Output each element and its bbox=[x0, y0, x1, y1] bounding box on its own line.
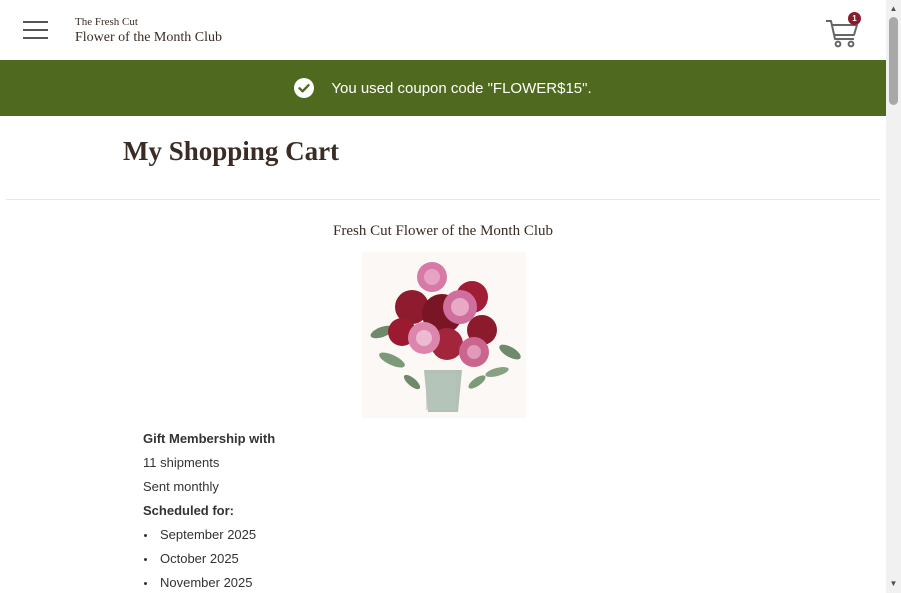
membership-details: Gift Membership with 11 shipments Sent m… bbox=[143, 429, 275, 593]
schedule-month: October 2025 bbox=[160, 551, 239, 566]
scheduled-label: Scheduled for: bbox=[143, 503, 235, 518]
page-title: My Shopping Cart bbox=[123, 136, 340, 166]
vertical-scrollbar[interactable]: ▲ ▼ bbox=[886, 0, 901, 593]
gift-membership-label: Gift Membership with bbox=[143, 431, 276, 446]
site-logo[interactable]: The Fresh Cut Flower of the Month Club bbox=[75, 16, 222, 46]
logo-small-text: The Fresh Cut bbox=[75, 16, 138, 28]
site-header: The Fresh Cut Flower of the Month Club bbox=[0, 0, 886, 60]
product-image[interactable] bbox=[362, 252, 526, 418]
scrollbar-thumb[interactable] bbox=[889, 17, 898, 105]
schedule-month: September 2025 bbox=[160, 527, 257, 542]
schedule-list: September 2025 October 2025 November 202… bbox=[143, 525, 275, 593]
list-item: September 2025 bbox=[143, 525, 275, 549]
shipments-count: 11 shipments bbox=[143, 455, 220, 470]
hamburger-menu-icon[interactable] bbox=[23, 20, 48, 40]
scroll-down-icon[interactable]: ▼ bbox=[886, 577, 901, 591]
divider bbox=[6, 199, 880, 200]
logo-big-text: Flower of the Month Club bbox=[75, 30, 222, 45]
product-name[interactable]: Fresh Cut Flower of the Month Club bbox=[0, 223, 886, 240]
scroll-up-icon[interactable]: ▲ bbox=[886, 2, 901, 16]
coupon-message: You used coupon code "FLOWER$15". bbox=[331, 79, 592, 97]
shipment-frequency: Sent monthly bbox=[143, 479, 219, 494]
coupon-banner: You used coupon code "FLOWER$15". bbox=[0, 60, 886, 116]
list-item: November 2025 bbox=[143, 573, 275, 593]
check-circle-icon bbox=[294, 78, 315, 98]
list-item: October 2025 bbox=[143, 549, 275, 573]
cart-count-badge: 1 bbox=[848, 12, 861, 25]
schedule-month: November 2025 bbox=[160, 575, 253, 590]
